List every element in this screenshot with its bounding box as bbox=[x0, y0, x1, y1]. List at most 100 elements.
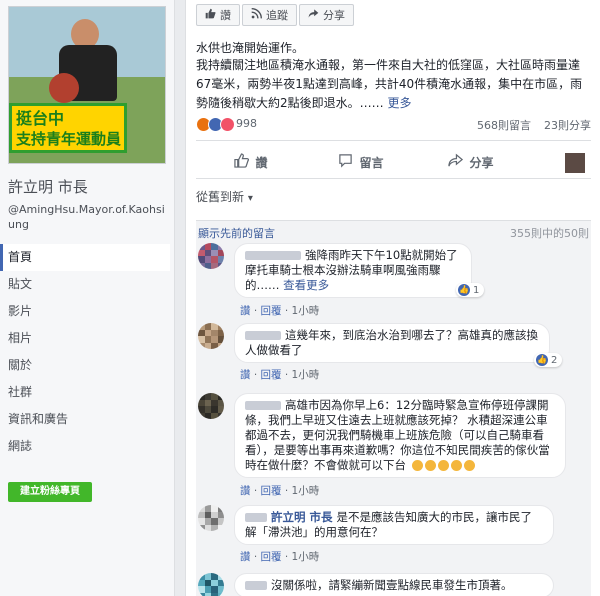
share-count[interactable]: 23則分享 bbox=[544, 117, 591, 133]
commenter-avatar[interactable] bbox=[198, 323, 224, 349]
comment-like-badge[interactable]: 👍 2 bbox=[534, 353, 563, 367]
comment-like-link[interactable]: 讚 bbox=[240, 485, 251, 497]
nav-item-community[interactable]: 社群 bbox=[0, 379, 170, 406]
comment-bubble: 沒關係啦，請緊繃新聞壹點線民車發生市頂著。 bbox=[234, 573, 554, 596]
comment-range: 355則中的50則 bbox=[510, 227, 589, 240]
nav-item-about[interactable]: 關於 bbox=[0, 352, 170, 379]
banner-line-1: 挺台中 bbox=[16, 109, 65, 128]
comment-meta: 讚 · 回覆 · 1小時 bbox=[240, 485, 320, 497]
comment-see-more-link[interactable]: 查看更多 bbox=[283, 278, 329, 292]
like-post-button[interactable]: 讚 bbox=[196, 147, 306, 177]
share-arrow-icon bbox=[448, 153, 464, 171]
show-previous-comments-link[interactable]: 顯示先前的留言 bbox=[198, 225, 275, 241]
comment-like-link[interactable]: 讚 bbox=[240, 369, 251, 381]
divider bbox=[196, 140, 591, 141]
nav-item-videos[interactable]: 影片 bbox=[0, 298, 170, 325]
thumbs-up-icon: 👍 bbox=[536, 354, 548, 366]
comment-item: 許立明 市長 是不是應該告知廣大的市民，讓市民了解「滯洪池」的用意何在？ 讚 · … bbox=[198, 505, 588, 567]
comment-meta: 讚 · 回覆 · 1小時 bbox=[240, 369, 320, 381]
rss-icon bbox=[251, 8, 262, 22]
like-post-label: 讚 bbox=[255, 155, 268, 170]
comment-item: 沒關係啦，請緊繃新聞壹點線民車發生市頂著。 bbox=[198, 573, 588, 596]
comment-like-badge[interactable]: 👍 1 bbox=[456, 283, 485, 297]
comment-reply-link[interactable]: 回覆 bbox=[261, 305, 282, 317]
share-post-label: 分享 bbox=[469, 155, 494, 170]
blurred-author-name[interactable] bbox=[245, 251, 301, 260]
like-page-button[interactable]: 讚 bbox=[196, 4, 240, 26]
commenter-avatar[interactable] bbox=[198, 573, 224, 596]
follow-button[interactable]: 追蹤 bbox=[242, 4, 297, 26]
share-arrow-icon bbox=[308, 8, 319, 22]
player-arm bbox=[49, 73, 79, 103]
comment-post-button[interactable]: 留言 bbox=[306, 147, 416, 177]
comment-item: 強降雨昨天下午10點就開始了摩托車騎士根本沒辦法騎車啊風強雨驟的…… 查看更多 … bbox=[198, 243, 588, 323]
comment-like-link[interactable]: 讚 bbox=[240, 551, 251, 563]
nav-item-home[interactable]: 首頁 bbox=[0, 244, 170, 271]
comment-time[interactable]: 1小時 bbox=[292, 369, 320, 381]
reaction-count[interactable]: 998 bbox=[236, 117, 257, 130]
comment-text: 沒關係啦，請緊繃新聞壹點線民車發生市頂著。 bbox=[271, 578, 513, 592]
comment-bubble: 強降雨昨天下午10點就開始了摩托車騎士根本沒辦法騎車啊風強雨驟的…… 查看更多 bbox=[234, 243, 472, 298]
comment-item: 高雄市因為你早上6：12分臨時緊急宣佈停班停課開條，我們上早班又住遠去上班就應該… bbox=[198, 393, 588, 503]
blurred-author-name[interactable] bbox=[245, 401, 281, 410]
commenter-avatar[interactable] bbox=[198, 243, 224, 269]
divider bbox=[196, 178, 591, 179]
nav-item-photos[interactable]: 相片 bbox=[0, 325, 170, 352]
nav-item-info-ads[interactable]: 資訊和廣告 bbox=[0, 406, 170, 433]
thumbs-up-icon: 👍 bbox=[458, 284, 470, 296]
comment-bubble: 這幾年來，到底治水治到哪去了？高雄真的應該換人做做看了 bbox=[234, 323, 550, 363]
tagged-author-link[interactable]: 許立明 市長 bbox=[271, 510, 333, 524]
comment-like-link[interactable]: 讚 bbox=[240, 305, 251, 317]
angry-emoji-icon bbox=[463, 460, 475, 471]
page-nav: 首頁 貼文 影片 相片 關於 社群 資訊和廣告 網誌 bbox=[0, 244, 170, 460]
see-more-link[interactable]: 更多 bbox=[387, 96, 411, 110]
main-feed: 讚 追蹤 分享 水供也淹開始運作。 我持續關注地區積淹水通報，第一件來自大社的低… bbox=[185, 0, 600, 596]
blurred-author-name[interactable] bbox=[245, 331, 281, 340]
like-page-label: 讚 bbox=[220, 9, 231, 22]
comment-time[interactable]: 1小時 bbox=[292, 485, 320, 497]
sort-label: 從舊到新 bbox=[196, 190, 245, 204]
comment-like-count: 2 bbox=[551, 354, 558, 366]
page-name[interactable]: 許立明 市長 bbox=[8, 176, 88, 197]
comment-item: 這幾年來，到底治水治到哪去了？高雄真的應該換人做做看了 👍 2 讚 · 回覆 ·… bbox=[198, 323, 588, 385]
create-page-button[interactable]: 建立粉絲專頁 bbox=[8, 482, 92, 502]
page-handle[interactable]: @AmingHsu.Mayor.of.Kaohsiung bbox=[8, 202, 170, 232]
comment-reply-link[interactable]: 回覆 bbox=[261, 485, 282, 497]
comment-meta: 讚 · 回覆 · 1小時 bbox=[240, 551, 320, 563]
chevron-down-icon: ▾ bbox=[247, 193, 253, 204]
commenter-avatar[interactable] bbox=[198, 393, 224, 419]
nav-item-notes[interactable]: 網誌 bbox=[0, 433, 170, 460]
comment-time[interactable]: 1小時 bbox=[292, 305, 320, 317]
profile-photo[interactable]: 挺台中 支持青年運動員 bbox=[8, 6, 166, 164]
left-sidebar: 挺台中 支持青年運動員 許立明 市長 @AmingHsu.Mayor.of.Ka… bbox=[0, 0, 175, 596]
comments-section: 顯示先前的留言 355則中的50則 強降雨昨天下午10點就開始了摩托車騎士根本沒… bbox=[196, 220, 591, 596]
page-actions: 讚 追蹤 分享 bbox=[196, 4, 354, 26]
blurred-author-name[interactable] bbox=[245, 581, 267, 590]
love-reaction-icon bbox=[220, 117, 235, 132]
comment-time[interactable]: 1小時 bbox=[292, 551, 320, 563]
share-page-label: 分享 bbox=[323, 9, 345, 22]
comment-reply-link[interactable]: 回覆 bbox=[261, 369, 282, 381]
post-body: 我持續關注地區積淹水通報，第一件來自大社的低窪區，大社區時雨量達67毫米，兩勢半… bbox=[196, 56, 591, 113]
post-action-row: 讚 留言 分享 bbox=[196, 147, 591, 177]
angry-emoji-icon bbox=[411, 460, 423, 471]
reaction-icons[interactable] bbox=[196, 117, 235, 132]
viewer-avatar[interactable] bbox=[565, 153, 585, 173]
comment-sort-dropdown[interactable]: 從舊到新 ▾ bbox=[196, 188, 253, 205]
angry-emoji-icon bbox=[424, 460, 436, 471]
nav-item-posts[interactable]: 貼文 bbox=[0, 271, 170, 298]
share-page-button[interactable]: 分享 bbox=[299, 4, 354, 26]
comment-count[interactable]: 568則留言 bbox=[477, 117, 531, 133]
comment-bubble-icon bbox=[338, 153, 353, 171]
comment-bubble: 許立明 市長 是不是應該告知廣大的市民，讓市民了解「滯洪池」的用意何在？ bbox=[234, 505, 554, 545]
reaction-summary: 998 568則留言 23則分享 bbox=[196, 116, 591, 134]
comment-bubble: 高雄市因為你早上6：12分臨時緊急宣佈停班停課開條，我們上早班又住遠去上班就應該… bbox=[234, 393, 566, 478]
comment-text: 這幾年來，到底治水治到哪去了？高雄真的應該換人做做看了 bbox=[245, 328, 538, 357]
angry-emoji-icon bbox=[437, 460, 449, 471]
comment-reply-link[interactable]: 回覆 bbox=[261, 551, 282, 563]
blurred-author-name[interactable] bbox=[245, 513, 267, 522]
comment-like-count: 1 bbox=[473, 284, 480, 296]
commenter-avatar[interactable] bbox=[198, 505, 224, 531]
follow-label: 追蹤 bbox=[266, 9, 288, 22]
share-post-button[interactable]: 分享 bbox=[416, 147, 526, 177]
